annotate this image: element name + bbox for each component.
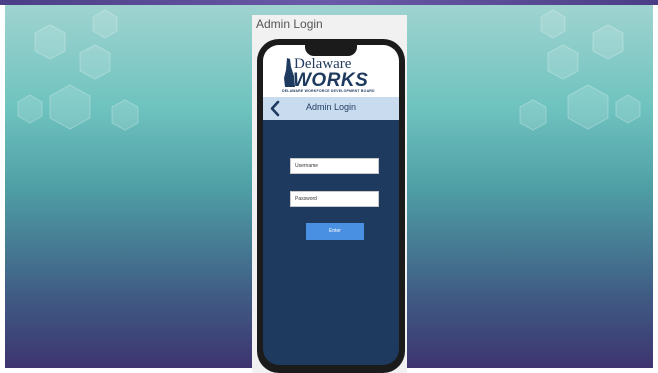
phone-frame: Delaware WORKS DELAWARE WORKFORCE DEVELO…	[257, 39, 405, 373]
username-field[interactable]: Username	[290, 158, 379, 174]
phone-notch	[305, 45, 357, 56]
password-field[interactable]: Password	[290, 191, 379, 207]
app-window: Admin Login Delaware WORKS DELAWARE WORK…	[252, 15, 407, 373]
hexagon-pattern-right	[519, 9, 641, 131]
enter-button[interactable]: Enter	[306, 223, 364, 240]
hexagon-pattern-left	[17, 9, 139, 131]
window-title: Admin Login	[256, 17, 323, 31]
phone-screen: Delaware WORKS DELAWARE WORKFORCE DEVELO…	[263, 45, 399, 365]
header-bar: Admin Login	[263, 97, 399, 120]
logo-tagline: DELAWARE WORKFORCE DEVELOPMENT BOARD	[282, 89, 375, 93]
page-title: Admin Login	[305, 102, 357, 112]
